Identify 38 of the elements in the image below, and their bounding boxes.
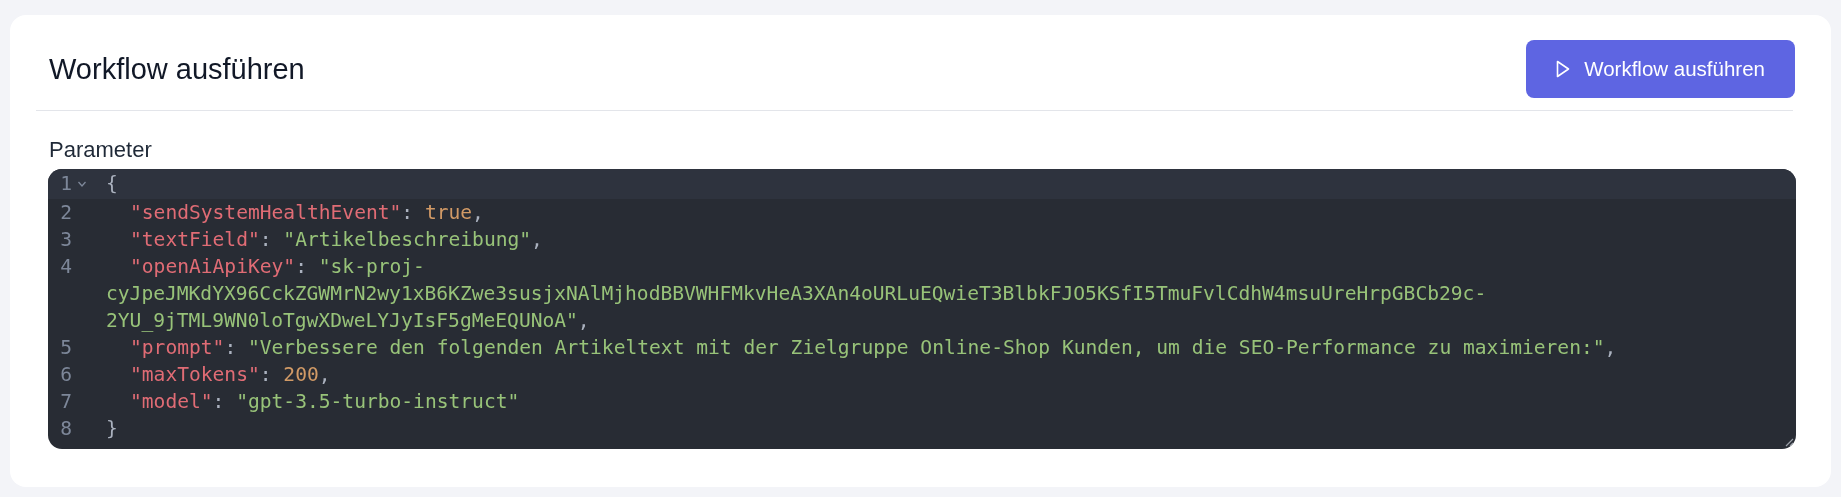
json-punctuation: : <box>259 363 273 386</box>
line-number: 1 <box>59 171 72 197</box>
json-string: "gpt-3.5-turbo-instruct" <box>236 390 520 413</box>
json-key: "openAiApiKey" <box>130 255 296 278</box>
line-number: 7 <box>59 389 72 415</box>
line-number: 4 <box>59 254 72 280</box>
line-number: 5 <box>59 335 72 361</box>
json-string: 2YU_9jTML9WN0loTgwXDweLYJyIsF5gMeEQUNoA" <box>106 309 578 332</box>
json-punctuation: , <box>1604 336 1617 359</box>
line-number: 6 <box>59 362 72 388</box>
json-punctuation: , <box>472 201 484 224</box>
page-title: Workflow ausführen <box>48 52 305 86</box>
json-punctuation: : <box>401 201 415 224</box>
line-number: 8 <box>59 416 72 442</box>
json-punctuation: : <box>295 255 308 278</box>
json-string: "sk-proj- <box>318 255 425 278</box>
run-workflow-button[interactable]: Workflow ausführen <box>1526 40 1795 98</box>
json-punctuation: , <box>318 363 331 386</box>
json-key: "textField" <box>130 228 260 251</box>
json-string: "Artikelbeschreibung" <box>283 228 532 251</box>
json-key: "sendSystemHealthEvent" <box>130 201 402 224</box>
json-punctuation: , <box>531 228 543 251</box>
json-string: cyJpeJMKdYX96CckZGWMrN2wy1xB6KZwe3susjxNAlMjhodBBVWHFMkvHeA3XAn4oURLuEQwieT3BlbkFJO5KSfI5TmuFvlCdhW4msuUreHrpGBCb29c- <box>106 282 1487 305</box>
json-punctuation: { <box>106 172 118 195</box>
json-punctuation: : <box>259 228 273 251</box>
json-literal: 200 <box>283 363 319 386</box>
json-literal: true <box>424 201 473 224</box>
json-punctuation: , <box>577 309 590 332</box>
line-number: 2 <box>59 200 72 226</box>
json-punctuation: : <box>212 390 226 413</box>
json-string: "Verbessere den folgenden Artikeltext mit der Zielgruppe Online-Shop Kunden, um die SEO-Performance zu maximieren:" <box>247 336 1605 359</box>
json-key: "model" <box>130 390 213 413</box>
field-label: Parameter <box>49 137 153 163</box>
json-key: "prompt" <box>130 336 225 359</box>
json-punctuation: } <box>106 417 118 440</box>
line-number: 3 <box>59 227 72 253</box>
json-key: "maxTokens" <box>130 363 260 386</box>
json-punctuation: : <box>224 336 238 359</box>
